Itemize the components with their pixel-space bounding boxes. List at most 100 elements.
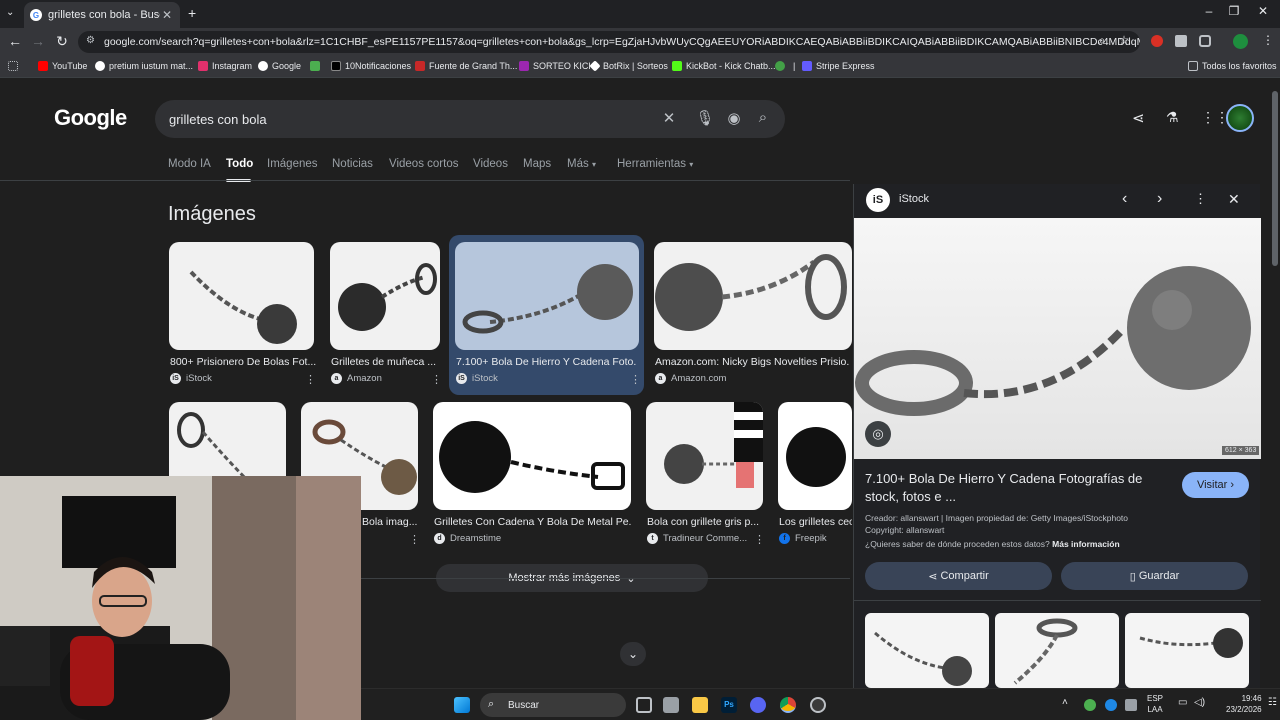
tray-expand-icon[interactable]: ˄ — [1062, 697, 1068, 708]
task-view-icon[interactable] — [636, 697, 652, 713]
bookmark-botrix[interactable]: BotRix | Sorteos — [589, 60, 668, 72]
account-avatar[interactable] — [1226, 104, 1254, 132]
tab-herramientas[interactable]: Herramientas ▾ — [617, 158, 693, 170]
result-source[interactable]: t Tradineur Comme... — [647, 533, 747, 544]
next-icon[interactable]: › — [1157, 190, 1162, 208]
bookmark-misc-icon[interactable] — [310, 61, 324, 71]
bookmark-instagram[interactable]: Instagram — [198, 61, 252, 71]
share-button[interactable]: ⋖ Compartir — [865, 562, 1052, 590]
result-source[interactable]: a Amazon — [331, 373, 382, 384]
image-result-8[interactable] — [646, 402, 763, 510]
notifications-icon[interactable]: ☷ — [1268, 697, 1277, 708]
lens-search-icon[interactable]: ◎ — [865, 421, 891, 447]
app-icon[interactable] — [663, 697, 679, 713]
more-options-icon[interactable]: ⋮ — [431, 373, 442, 386]
bookmark-sorteo-kick[interactable]: SORTEO KICK — [519, 61, 594, 71]
result-source[interactable]: d Dreamstime — [434, 533, 501, 544]
image-result-3-selected[interactable] — [455, 242, 639, 350]
result-source[interactable]: a Amazon.com — [655, 373, 726, 384]
labs-flask-icon[interactable]: ⚗ — [1166, 109, 1179, 126]
image-result-2[interactable] — [330, 242, 440, 350]
related-image-3[interactable] — [1125, 613, 1249, 688]
panel-source-name[interactable]: iStock — [899, 193, 929, 205]
volume-icon[interactable]: ◁) — [1194, 697, 1205, 708]
more-options-icon[interactable]: ⋮ — [305, 373, 316, 386]
language-indicator[interactable]: ESP LAA — [1147, 693, 1163, 715]
bookmark-kickbot[interactable]: KickBot - Kick Chatb... — [672, 61, 776, 71]
image-result-7[interactable] — [433, 402, 631, 510]
result-caption[interactable]: Los grilletes ceo — [779, 516, 852, 528]
browser-tab[interactable]: G grilletes con bola - Buscar con Google… — [24, 2, 180, 28]
share-icon[interactable]: ⋖ — [1132, 109, 1145, 127]
result-caption[interactable]: 800+ Prisionero De Bolas Fot... — [170, 356, 316, 368]
back-icon[interactable]: ← — [5, 33, 25, 49]
bookmark-green-icon[interactable]: | — [775, 61, 795, 71]
result-caption[interactable]: Grilletes Con Cadena Y Bola De Metal Pe.… — [434, 516, 631, 528]
tab-maps[interactable]: Maps — [523, 158, 551, 170]
reload-icon[interactable]: ↻ — [52, 33, 72, 50]
bookmark-google[interactable]: Google — [258, 61, 301, 71]
previous-icon[interactable]: ‹ — [1122, 190, 1127, 208]
tray-app-icon[interactable] — [1105, 699, 1117, 711]
tab-imagenes[interactable]: Imágenes — [267, 158, 318, 170]
image-result-9[interactable] — [778, 402, 852, 510]
tab-videos-cortos[interactable]: Videos cortos — [389, 158, 458, 170]
more-options-icon[interactable]: ⋮ — [630, 373, 641, 386]
result-source[interactable]: f Freepik — [779, 533, 827, 544]
tab-todo[interactable]: Todo — [226, 158, 253, 170]
preview-image[interactable]: ◎ 612 × 363 — [854, 218, 1261, 459]
extension-red-icon[interactable] — [1151, 35, 1163, 47]
restore-icon[interactable]: ❐ — [1219, 4, 1249, 18]
google-logo[interactable]: Google — [54, 105, 127, 131]
apps-grid-icon[interactable]: ⋮⋮ — [1201, 109, 1229, 126]
bookmark-pretium[interactable]: pretium iustum mat... — [95, 61, 193, 71]
new-tab-button[interactable]: + — [188, 5, 196, 21]
result-caption[interactable]: Amazon.com: Nicky Bigs Novelties Prisio.… — [655, 356, 850, 368]
extensions-puzzle-icon[interactable] — [1199, 35, 1211, 47]
bookmark-star-icon[interactable]: ☆ — [1114, 33, 1134, 47]
voice-search-icon[interactable]: 🎙 — [695, 109, 715, 127]
close-panel-icon[interactable]: ✕ — [1228, 191, 1240, 208]
panel-title[interactable]: 7.100+ Bola De Hierro Y Cadena Fotografí… — [865, 470, 1170, 506]
image-result-1[interactable] — [169, 242, 314, 350]
tab-mas[interactable]: Más ▾ — [567, 158, 596, 170]
address-bar[interactable]: ⚙ google.com/search?q=grilletes+con+bola… — [78, 31, 1140, 53]
search-icon[interactable]: ⌕ — [753, 109, 773, 126]
related-image-1[interactable] — [865, 613, 989, 688]
related-image-2[interactable] — [995, 613, 1119, 688]
search-input[interactable]: grilletes con bola ✕ 🎙 ◉ ⌕ — [155, 100, 785, 138]
visit-button[interactable]: Visitar › — [1182, 472, 1249, 498]
discord-icon[interactable] — [750, 697, 766, 713]
lens-search-icon[interactable]: ◉ — [724, 109, 744, 127]
obs-icon[interactable] — [810, 697, 826, 713]
result-caption[interactable]: Grilletes de muñeca ... — [331, 356, 441, 368]
bookmark-youtube[interactable]: YouTube — [38, 61, 87, 71]
chrome-icon[interactable] — [780, 697, 796, 713]
image-result-4[interactable] — [654, 242, 852, 350]
close-window-icon[interactable]: ✕ — [1248, 4, 1278, 18]
expand-chevron-button[interactable]: ⌄ — [620, 642, 646, 666]
bookmark-stripe[interactable]: Stripe Express — [802, 61, 875, 71]
more-options-icon[interactable]: ⋮ — [409, 533, 420, 546]
tab-modo-ia[interactable]: Modo IA — [168, 158, 211, 170]
tray-app-icon[interactable] — [1125, 699, 1137, 711]
clock[interactable]: 19:46 23/2/2026 — [1226, 693, 1262, 715]
start-windows-icon[interactable] — [454, 697, 470, 713]
all-bookmarks-folder[interactable]: Todos los favoritos — [1188, 61, 1277, 71]
file-explorer-icon[interactable] — [692, 697, 708, 713]
browser-menu-icon[interactable]: ⋮ — [1258, 33, 1278, 47]
tray-app-icon[interactable] — [1084, 699, 1096, 711]
network-icon[interactable]: ▭ — [1178, 697, 1187, 708]
result-source[interactable]: iS iStock — [170, 373, 212, 384]
bookmark-grand-theft[interactable]: Fuente de Grand Th... — [415, 61, 517, 71]
result-caption[interactable]: Bola con grillete gris p... — [647, 516, 762, 528]
more-options-icon[interactable]: ⋮ — [1194, 191, 1207, 207]
profile-avatar-icon[interactable] — [1233, 34, 1248, 49]
close-tab-icon[interactable]: ✕ — [160, 8, 174, 22]
result-source[interactable]: iS iStock — [456, 373, 498, 384]
forward-icon[interactable]: → — [28, 33, 48, 49]
result-caption[interactable]: 7.100+ Bola De Hierro Y Cadena Foto... — [456, 356, 636, 368]
clear-search-icon[interactable]: ✕ — [659, 109, 679, 127]
tab-search-button[interactable]: ⌄ — [6, 7, 14, 18]
apps-grid-icon[interactable] — [8, 61, 22, 71]
